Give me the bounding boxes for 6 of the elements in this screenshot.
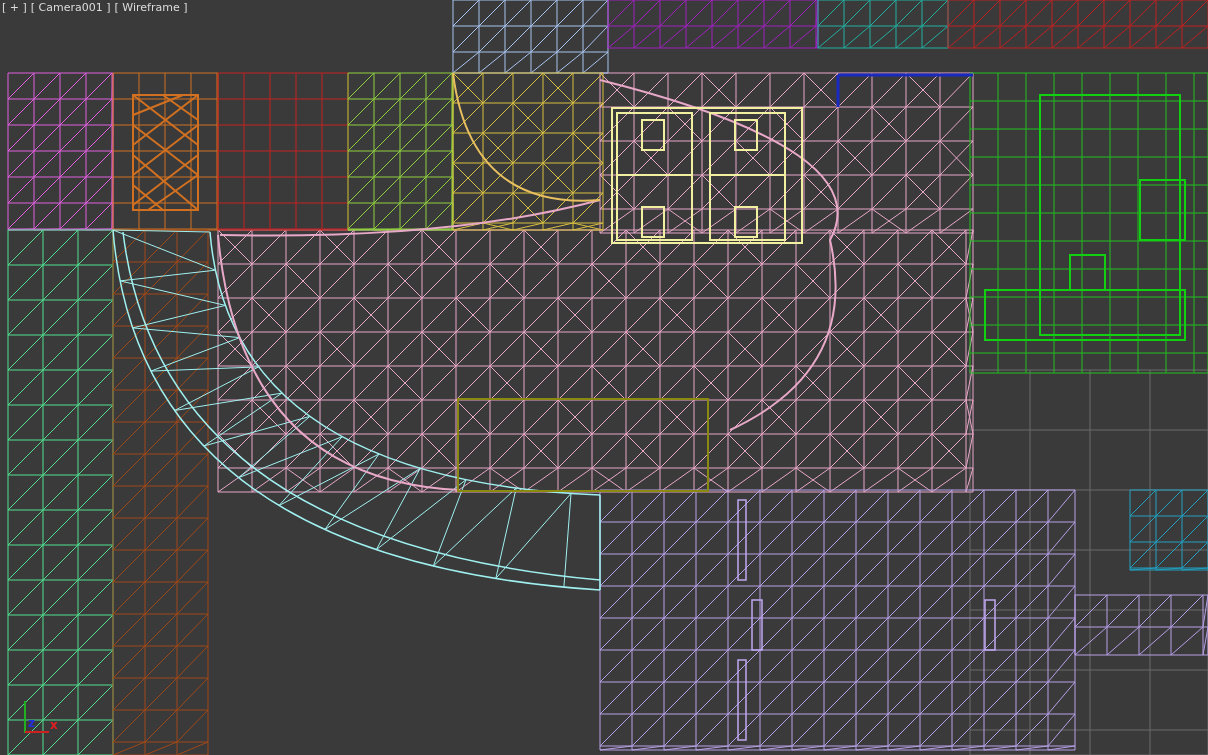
camera-label[interactable]: [ Camera001 ] <box>30 0 111 15</box>
axis-gizmo-drawing <box>24 700 50 734</box>
axis-label: z <box>28 716 35 730</box>
viewport-menu-label[interactable]: [ + ] <box>2 0 27 15</box>
axis-label: x <box>50 718 58 732</box>
shading-mode-label[interactable]: [ Wireframe ] <box>114 0 188 15</box>
